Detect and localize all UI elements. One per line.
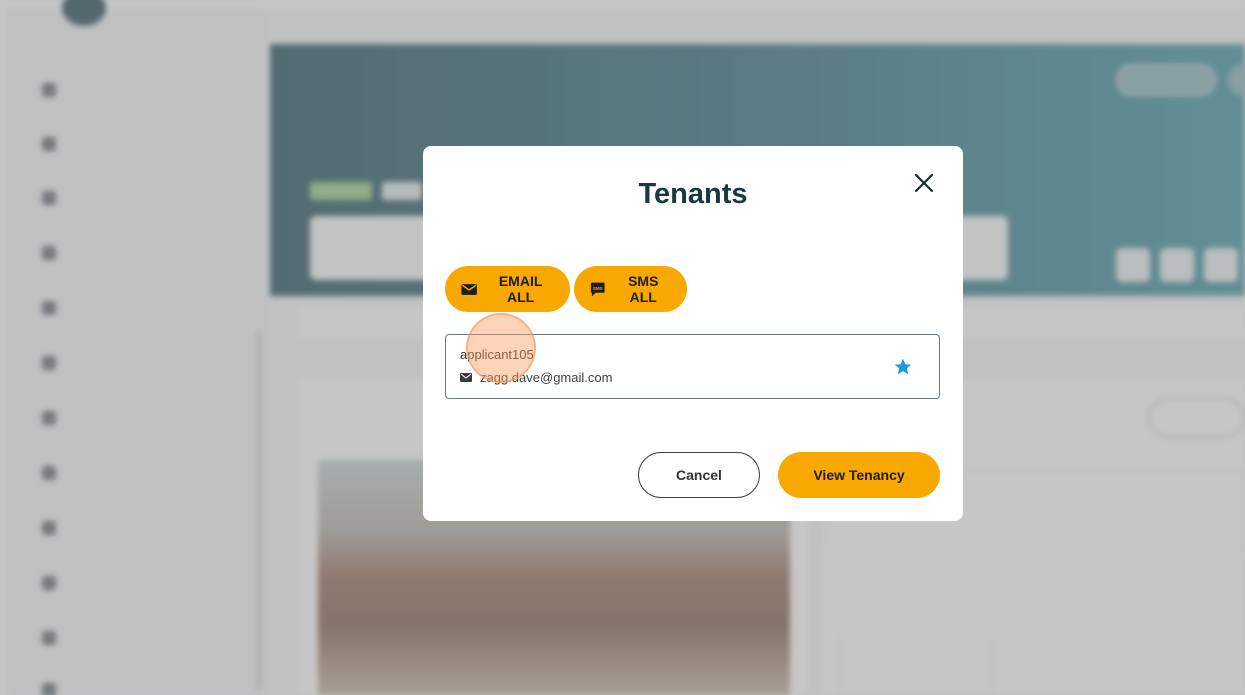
tenant-email[interactable]: zagg.dave@gmail.com — [480, 370, 612, 385]
sms-all-button[interactable]: SMS SMS ALL — [574, 266, 687, 312]
sms-icon-text: SMS — [593, 285, 603, 290]
tenant-contact: zagg.dave@gmail.com — [460, 370, 612, 385]
envelope-icon — [461, 283, 477, 295]
tenants-modal: Tenants EMAIL ALL SMS SMS ALL applicant1… — [423, 146, 963, 521]
email-all-button[interactable]: EMAIL ALL — [445, 266, 570, 312]
modal-title: Tenants — [638, 178, 748, 210]
sms-bubble-icon: SMS — [590, 282, 605, 296]
view-tenancy-button[interactable]: View Tenancy — [778, 452, 940, 498]
tenant-name: applicant105 — [460, 347, 534, 362]
star-icon[interactable] — [893, 357, 913, 377]
close-icon — [914, 173, 934, 193]
close-button[interactable] — [911, 170, 937, 196]
email-all-label: EMAIL ALL — [498, 273, 543, 305]
cancel-button[interactable]: Cancel — [638, 452, 760, 498]
envelope-icon — [460, 373, 472, 382]
tenant-row[interactable]: applicant105 zagg.dave@gmail.com — [445, 334, 940, 399]
sms-all-label: SMS ALL — [628, 273, 659, 305]
